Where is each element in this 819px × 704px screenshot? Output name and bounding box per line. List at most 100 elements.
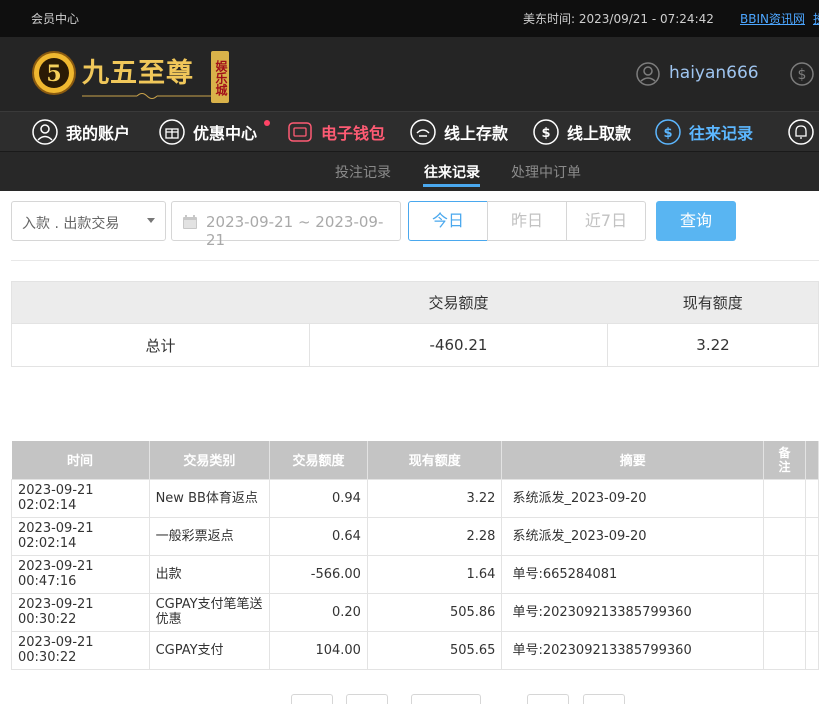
header-type: 交易类别 bbox=[149, 441, 271, 479]
username[interactable]: haiyan666 bbox=[669, 63, 759, 83]
svg-text:$: $ bbox=[541, 126, 550, 141]
date-range-input[interactable]: 2023-09-21 ~ 2023-09-21 bbox=[171, 201, 401, 249]
cell-summary: 系统派发_2023-09-20 bbox=[501, 516, 764, 556]
calendar-icon bbox=[183, 215, 197, 229]
dollar-icon[interactable]: $ bbox=[790, 62, 814, 86]
user-avatar-icon[interactable] bbox=[636, 62, 660, 86]
date-range-value: 2023-09-21 ~ 2023-09-21 bbox=[206, 213, 384, 249]
summary-total-label: 总计 bbox=[11, 323, 310, 367]
cell-remark bbox=[762, 478, 807, 518]
svg-text:$: $ bbox=[663, 126, 672, 141]
nav-item-online-deposit[interactable]: 线上存款 bbox=[410, 118, 508, 146]
cell-balance: 3.22 bbox=[366, 478, 503, 518]
table-row: 2023-09-21 02:02:14 New BB体育返点 0.94 3.22… bbox=[11, 478, 819, 518]
cell-summary: 单号:202309213385799360 bbox=[501, 592, 764, 632]
logo-flourish-icon bbox=[82, 93, 212, 99]
nav-item-transaction-records[interactable]: $ 往来记录 bbox=[655, 118, 753, 146]
cell-amount: 0.20 bbox=[269, 592, 368, 632]
notification-dot bbox=[264, 120, 270, 126]
logo-text: 九五至尊 bbox=[82, 58, 194, 89]
cell-balance: 1.64 bbox=[366, 554, 503, 594]
tab-pending-orders[interactable]: 处理中订单 bbox=[511, 162, 581, 182]
active-tab-indicator bbox=[423, 184, 480, 187]
logo[interactable]: 5 九五至尊 娱乐城 bbox=[30, 45, 240, 103]
nav-item-notifications[interactable] bbox=[788, 118, 819, 146]
nav-label: 线上存款 bbox=[444, 124, 509, 143]
today-button[interactable]: 今日 bbox=[408, 201, 488, 241]
logo-emblem-icon: 5 bbox=[32, 51, 76, 95]
last-7-days-button[interactable]: 近7日 bbox=[566, 201, 646, 241]
summary-header-blank bbox=[11, 281, 310, 324]
pager-last-button[interactable] bbox=[583, 694, 625, 704]
table-row: 2023-09-21 00:30:22 CGPAY支付 104.00 505.6… bbox=[11, 630, 819, 670]
cell-remark bbox=[762, 630, 807, 670]
table-row: 2023-09-21 02:02:14 一般彩票返点 0.64 2.28 系统派… bbox=[11, 516, 819, 556]
pager-page-select[interactable] bbox=[411, 694, 481, 704]
cell-summary: 单号:202309213385799360 bbox=[501, 630, 764, 670]
cell-extra bbox=[805, 554, 819, 594]
cell-time: 2023-09-21 00:30:22 bbox=[11, 592, 150, 632]
tab-transaction-records[interactable]: 往来记录 bbox=[424, 162, 480, 182]
top-bar: 会员中心 美东时间: 2023/09/21 - 07:24:42 BBIN资讯网… bbox=[0, 0, 819, 37]
cell-balance: 2.28 bbox=[366, 516, 503, 556]
bbin-news-link[interactable]: BBIN资讯网 bbox=[740, 10, 805, 27]
records-table: 时间 交易类别 交易额度 现有额度 摘要 备注 2023-09-21 02:02… bbox=[11, 441, 819, 670]
cell-remark bbox=[762, 554, 807, 594]
withdraw-icon: $ bbox=[533, 119, 559, 145]
cell-type: CGPAY支付笔笔送优惠 bbox=[148, 592, 271, 632]
transaction-type-select[interactable]: 入款 . 出款交易 bbox=[11, 201, 166, 241]
nav-item-online-withdraw[interactable]: $ 线上取款 bbox=[533, 118, 631, 146]
nav-label: 优惠中心 bbox=[193, 124, 258, 143]
transaction-type-value: 入款 . 出款交易 bbox=[22, 216, 120, 232]
cell-amount: 0.64 bbox=[269, 516, 368, 556]
cell-summary: 单号:665284081 bbox=[501, 554, 764, 594]
us-east-time: 美东时间: 2023/09/21 - 07:24:42 bbox=[523, 12, 714, 26]
header-balance: 现有额度 bbox=[367, 441, 503, 479]
chevron-down-icon bbox=[147, 218, 155, 223]
cell-time: 2023-09-21 02:02:14 bbox=[11, 516, 150, 556]
query-button[interactable]: 查询 bbox=[656, 201, 736, 241]
record-icon: $ bbox=[655, 119, 681, 145]
nav-item-promotions[interactable]: 优惠中心 bbox=[159, 118, 257, 146]
nav-item-e-wallet[interactable]: 电子钱包 bbox=[287, 118, 385, 146]
wallet-icon bbox=[288, 122, 312, 142]
cell-balance: 505.86 bbox=[366, 592, 503, 632]
gift-icon bbox=[159, 119, 185, 145]
summary-header-row: 交易额度 现有额度 bbox=[11, 281, 819, 324]
cell-type: 一般彩票返点 bbox=[148, 516, 271, 556]
pager-next-button[interactable] bbox=[527, 694, 569, 704]
pager-first-button[interactable] bbox=[291, 694, 333, 704]
member-center-label[interactable]: 会员中心 bbox=[31, 10, 79, 27]
header-time: 时间 bbox=[11, 441, 150, 479]
pager-prev-button[interactable] bbox=[346, 694, 388, 704]
tab-bet-records[interactable]: 投注记录 bbox=[335, 162, 391, 182]
more-link[interactable]: 投 bbox=[813, 10, 819, 27]
divider bbox=[11, 260, 819, 261]
main-nav: 我的账户 优惠中心 电子钱包 线上存款 $ 线上取款 $ 往来记录 bbox=[0, 112, 819, 152]
header-summary: 摘要 bbox=[501, 441, 764, 479]
cell-balance: 505.65 bbox=[366, 630, 503, 670]
cell-extra bbox=[805, 478, 819, 518]
cell-amount: 104.00 bbox=[269, 630, 368, 670]
summary-header-amount: 交易额度 bbox=[309, 281, 608, 324]
svg-text:5: 5 bbox=[46, 61, 61, 87]
summary-table: 交易额度 现有额度 总计 -460.21 3.22 bbox=[11, 281, 819, 367]
cell-remark bbox=[762, 592, 807, 632]
cell-extra bbox=[805, 516, 819, 556]
yesterday-button[interactable]: 昨日 bbox=[487, 201, 567, 241]
cell-time: 2023-09-21 02:02:14 bbox=[11, 478, 150, 518]
nav-item-my-account[interactable]: 我的账户 bbox=[32, 118, 130, 146]
cell-summary: 系统派发_2023-09-20 bbox=[501, 478, 764, 518]
cell-type: New BB体育返点 bbox=[148, 478, 271, 518]
cell-time: 2023-09-21 00:30:22 bbox=[11, 630, 150, 670]
cell-amount: 0.94 bbox=[269, 478, 368, 518]
user-circle-icon bbox=[32, 119, 58, 145]
table-row: 2023-09-21 00:30:22 CGPAY支付笔笔送优惠 0.20 50… bbox=[11, 592, 819, 632]
bell-icon bbox=[788, 119, 814, 145]
cell-extra bbox=[805, 592, 819, 632]
nav-label: 往来记录 bbox=[689, 124, 754, 143]
summary-header-balance: 现有额度 bbox=[607, 281, 819, 324]
summary-total-balance: 3.22 bbox=[607, 323, 819, 367]
nav-label: 电子钱包 bbox=[321, 124, 386, 143]
table-row: 2023-09-21 00:47:16 出款 -566.00 1.64 单号:6… bbox=[11, 554, 819, 594]
